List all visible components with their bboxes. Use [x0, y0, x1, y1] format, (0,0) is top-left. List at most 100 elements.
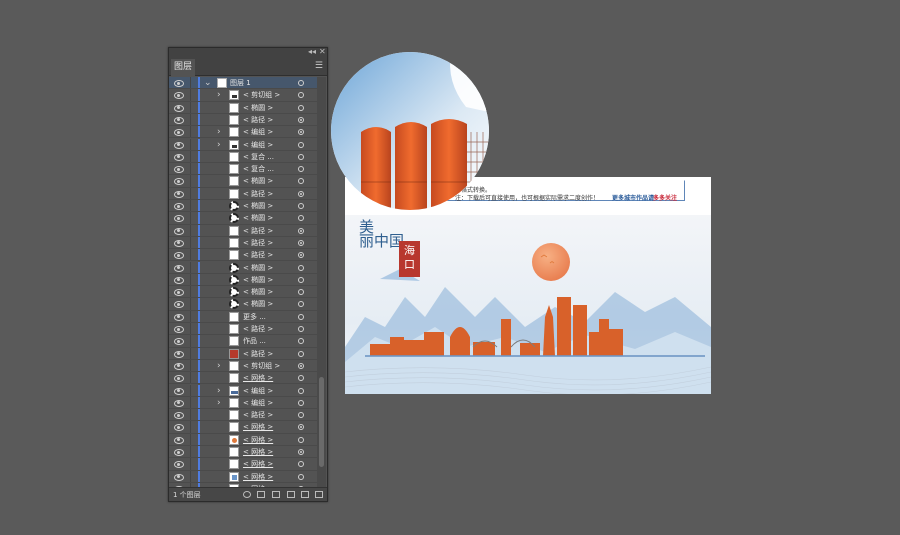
layer-name[interactable]: < 网格 > [243, 421, 273, 433]
visibility-eye-icon[interactable] [174, 276, 184, 284]
visibility-eye-icon[interactable] [174, 129, 184, 137]
lock-column[interactable] [190, 458, 191, 470]
layer-name[interactable]: < 剪切组 > [243, 89, 280, 101]
layer-row[interactable]: < 路径 > [169, 113, 319, 127]
layer-row[interactable]: < 网格 > [169, 446, 319, 459]
new-sublayer-icon[interactable] [287, 491, 295, 498]
layer-name[interactable]: < 椭圆 > [243, 212, 273, 224]
visibility-eye-icon[interactable] [174, 387, 184, 395]
layer-row[interactable]: < 椭圆 > [169, 101, 319, 114]
layer-row[interactable]: 更多 ... [169, 310, 319, 323]
visibility-eye-icon[interactable] [174, 80, 184, 87]
expand-arrow-icon[interactable]: › [217, 360, 221, 372]
layer-row[interactable]: < 网格 > [169, 458, 319, 471]
expand-arrow-icon[interactable]: › [217, 397, 221, 409]
layer-row[interactable]: < 椭圆 > [169, 200, 319, 213]
lock-column[interactable] [190, 89, 191, 101]
lock-column[interactable] [190, 236, 191, 249]
lock-column[interactable] [190, 359, 191, 372]
lock-column[interactable] [190, 446, 191, 458]
target-circle-icon[interactable] [298, 350, 304, 357]
target-circle-icon[interactable] [298, 116, 304, 123]
target-circle-icon[interactable] [298, 92, 304, 99]
target-circle-icon[interactable] [298, 301, 304, 308]
lock-column[interactable] [190, 286, 191, 298]
visibility-eye-icon[interactable] [174, 362, 184, 370]
panel-title-bar[interactable]: ◂◂ ✕ [169, 47, 327, 57]
visibility-eye-icon[interactable] [174, 399, 184, 407]
layer-name[interactable]: < 椭圆 > [243, 102, 273, 114]
target-circle-icon[interactable] [298, 412, 304, 419]
layer-name[interactable]: < 网格 > [243, 471, 273, 483]
layer-row[interactable]: < 椭圆 > [169, 286, 319, 299]
layer-name[interactable]: < 网格 > [243, 372, 273, 384]
target-circle-icon[interactable] [298, 215, 304, 222]
layer-row[interactable]: < 椭圆 > [169, 273, 319, 287]
layer-row[interactable]: < 椭圆 > [169, 175, 319, 188]
new-layer-icon[interactable] [301, 491, 309, 498]
layer-name[interactable]: < 路径 > [243, 323, 273, 335]
layer-name[interactable]: < 路径 > [243, 409, 273, 421]
target-circle-icon[interactable] [298, 289, 304, 296]
visibility-eye-icon[interactable] [174, 461, 184, 469]
lock-column[interactable] [190, 249, 191, 261]
lock-column[interactable] [190, 113, 191, 126]
layer-name[interactable]: 作品 ... [243, 335, 266, 347]
visibility-eye-icon[interactable] [174, 92, 184, 100]
lock-column[interactable] [190, 212, 191, 224]
layer-row[interactable]: < 路径 > [169, 224, 319, 237]
clipping-mask-icon[interactable] [272, 491, 280, 498]
layer-row[interactable]: < 路径 > [169, 409, 319, 422]
visibility-eye-icon[interactable] [174, 412, 184, 420]
target-circle-icon[interactable] [298, 227, 304, 234]
lock-column[interactable] [190, 421, 191, 433]
target-circle-icon[interactable] [298, 362, 304, 369]
visibility-eye-icon[interactable] [174, 252, 184, 260]
target-circle-icon[interactable] [298, 104, 304, 111]
visibility-eye-icon[interactable] [174, 227, 184, 235]
target-circle-icon[interactable] [298, 461, 304, 468]
lock-column[interactable] [190, 323, 191, 335]
layer-name[interactable]: < 网格 > [243, 446, 273, 458]
layer-name[interactable]: < 路径 > [243, 237, 273, 249]
layer-row[interactable]: < 网格 > [169, 470, 319, 483]
target-circle-icon[interactable] [298, 153, 304, 160]
layer-row[interactable]: › < 编组 > [169, 384, 319, 397]
lock-column[interactable] [190, 138, 191, 150]
layer-row[interactable]: < 路径 > [169, 347, 319, 360]
scroll-thumb[interactable] [319, 377, 324, 467]
layer-row[interactable]: › < 编组 > [169, 126, 319, 139]
layer-name[interactable]: < 复合 ... [243, 151, 274, 163]
target-circle-icon[interactable] [298, 424, 304, 431]
target-circle-icon[interactable] [298, 375, 304, 382]
lock-column[interactable] [190, 261, 191, 273]
visibility-eye-icon[interactable] [174, 153, 184, 161]
layer-name[interactable]: < 路径 > [243, 114, 273, 126]
layer-row[interactable]: < 网格 > [169, 372, 319, 385]
target-circle-icon[interactable] [298, 313, 304, 320]
layer-row[interactable]: › < 编组 > [169, 138, 319, 151]
layer-name[interactable]: < 椭圆 > [243, 298, 273, 310]
visibility-eye-icon[interactable] [174, 326, 184, 333]
visibility-eye-icon[interactable] [174, 178, 184, 186]
visibility-eye-icon[interactable] [174, 116, 184, 124]
collapse-panel-icon[interactable]: ◂◂ [308, 47, 316, 57]
layer-row[interactable]: < 网格 > [169, 433, 319, 446]
visibility-eye-icon[interactable] [174, 264, 184, 272]
layer-row[interactable]: › < 剪切组 > [169, 89, 319, 102]
expand-arrow-icon[interactable]: › [217, 89, 221, 101]
layer-name[interactable]: < 剪切组 > [243, 360, 280, 372]
layer-row[interactable]: < 复合 ... [169, 163, 319, 176]
target-circle-icon[interactable] [298, 166, 304, 173]
target-circle-icon[interactable] [298, 141, 304, 148]
visibility-eye-icon[interactable] [174, 190, 184, 198]
layer-row[interactable]: < 路径 > [169, 323, 319, 336]
target-circle-icon[interactable] [298, 387, 304, 394]
layer-row[interactable]: < 路径 > [169, 187, 319, 200]
layer-row[interactable]: < 路径 > [169, 236, 319, 250]
layer-name[interactable]: < 路径 > [243, 225, 273, 237]
visibility-eye-icon[interactable] [174, 104, 184, 112]
lock-column[interactable] [190, 310, 191, 322]
expand-arrow-icon[interactable]: › [217, 385, 221, 397]
visibility-eye-icon[interactable] [174, 375, 184, 383]
